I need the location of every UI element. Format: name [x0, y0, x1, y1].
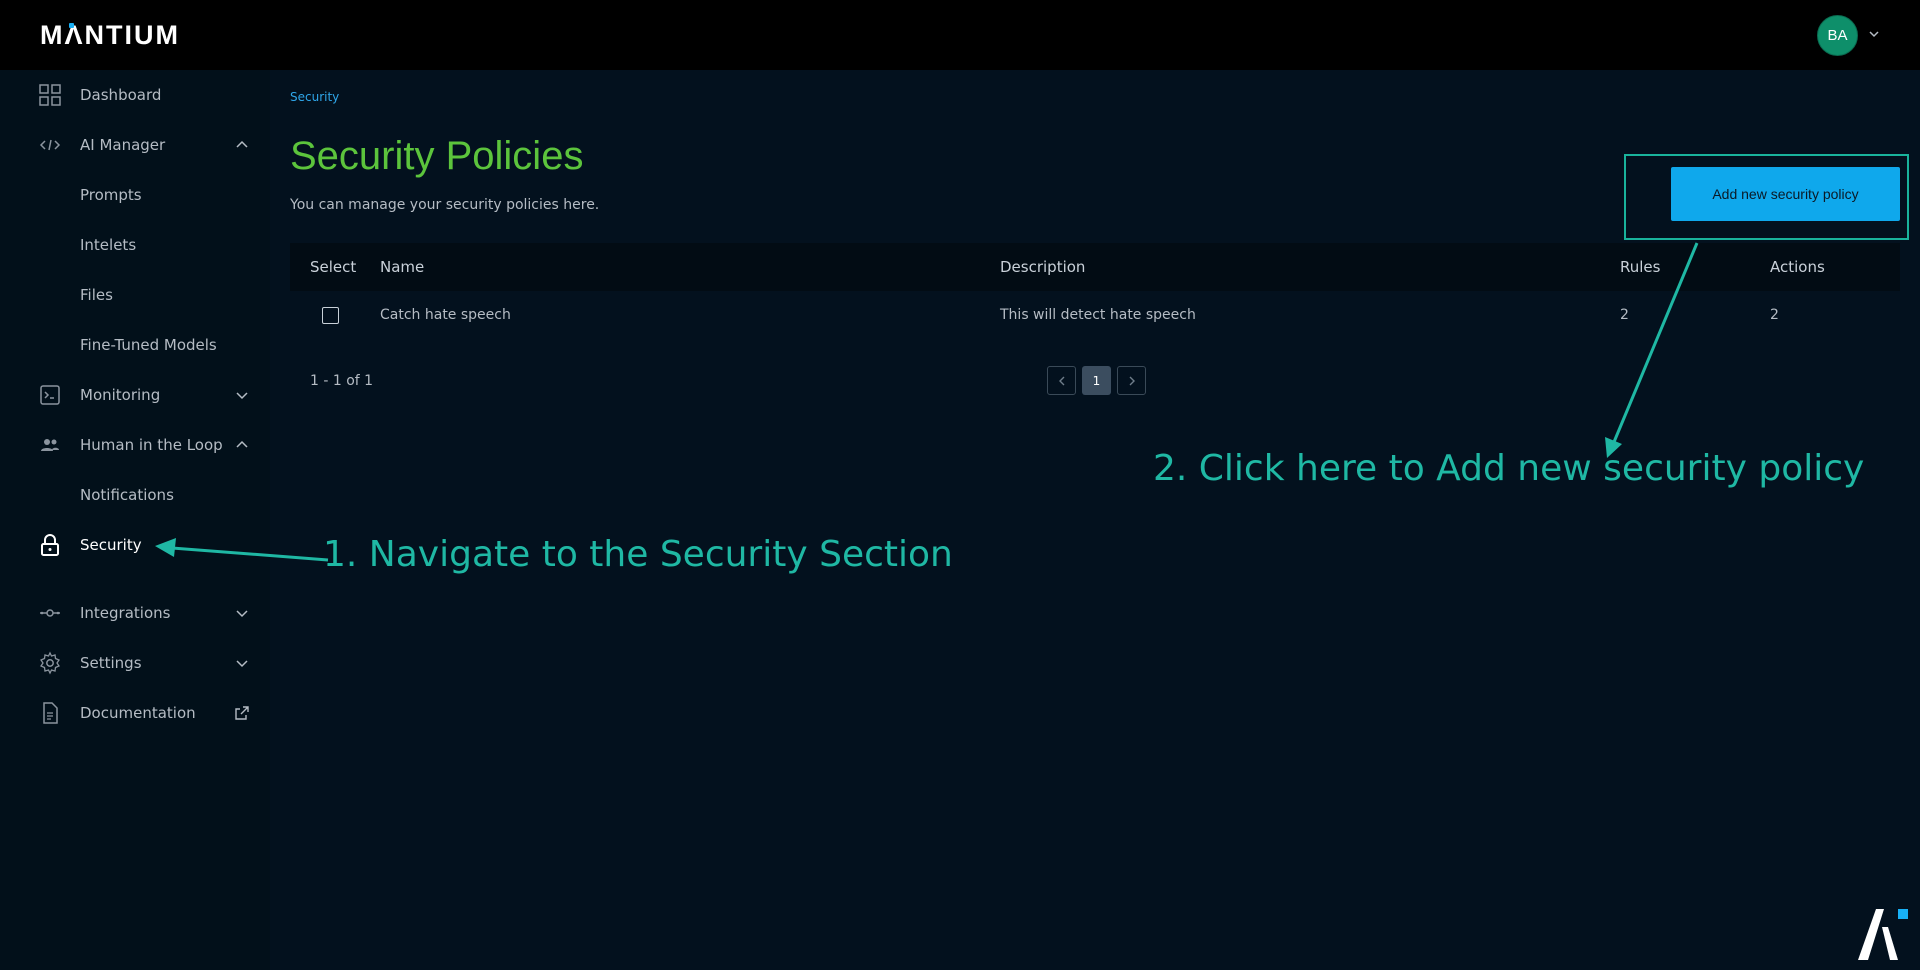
table-header: Select Name Description Rules Actions [290, 243, 1900, 291]
row-description: This will detect hate speech [1000, 307, 1196, 323]
sidebar-item-human-in-the-loop[interactable]: Human in the Loop [0, 420, 270, 470]
grid-icon [39, 84, 61, 106]
integration-icon [40, 609, 60, 617]
column-header-name[interactable]: Name [380, 258, 424, 276]
sidebar-item-label: Intelets [80, 236, 137, 254]
chevron-down-icon[interactable] [234, 655, 250, 671]
sidebar-item-label: Human in the Loop [80, 436, 223, 454]
chevron-down-icon[interactable] [234, 387, 250, 403]
sidebar-item-prompts[interactable]: Prompts [0, 170, 270, 220]
chevron-up-icon[interactable] [234, 437, 250, 453]
column-header-select: Select [310, 258, 357, 276]
sidebar: Dashboard AI Manager Prompts Intelets Fi… [0, 70, 270, 970]
code-icon [39, 139, 61, 151]
pagination-summary: 1 - 1 of 1 [310, 373, 374, 389]
sidebar-item-settings[interactable]: Settings [0, 638, 270, 688]
annotation-step-2: 2. Click here to Add new security policy [1153, 448, 1865, 489]
sidebar-item-files[interactable]: Files [0, 270, 270, 320]
annotation-step-1: 1. Navigate to the Security Section [323, 534, 953, 575]
sidebar-item-intelets[interactable]: Intelets [0, 220, 270, 270]
sidebar-item-label: Dashboard [80, 86, 162, 104]
row-actions[interactable]: 2 [1770, 307, 1779, 323]
sidebar-item-label: Prompts [80, 186, 142, 204]
sidebar-item-label: Files [80, 286, 113, 304]
document-icon [43, 702, 58, 724]
chevron-down-icon[interactable] [234, 605, 250, 621]
sidebar-item-label: Settings [80, 654, 142, 672]
chevron-up-icon[interactable] [234, 137, 250, 153]
chevron-down-icon[interactable] [1866, 26, 1882, 42]
chevron-right-icon [1129, 376, 1135, 385]
sidebar-item-documentation[interactable]: Documentation [0, 688, 270, 738]
lock-icon [41, 534, 59, 556]
next-page-button[interactable] [1117, 366, 1146, 395]
row-name[interactable]: Catch hate speech [380, 307, 511, 323]
external-link-icon[interactable] [234, 705, 250, 721]
current-page-button[interactable]: 1 [1082, 366, 1111, 395]
sidebar-item-label: AI Manager [80, 136, 166, 154]
logo-text-a: Λ [64, 19, 85, 50]
breadcrumb[interactable]: Security [290, 90, 339, 104]
sidebar-item-label: Monitoring [80, 386, 161, 404]
column-header-description[interactable]: Description [1000, 258, 1085, 276]
page-title: Security Policies [290, 134, 584, 178]
previous-page-button[interactable] [1047, 366, 1076, 395]
sidebar-item-label: Security [80, 536, 142, 554]
people-icon [41, 439, 59, 451]
sidebar-item-label: Integrations [80, 604, 171, 622]
annotation-highlight-box [1624, 154, 1909, 240]
avatar-initials: BA [1827, 27, 1848, 44]
chevron-left-icon [1058, 376, 1064, 385]
user-avatar[interactable]: BA [1817, 15, 1858, 56]
gear-icon [40, 651, 60, 675]
column-header-rules[interactable]: Rules [1620, 258, 1660, 276]
sidebar-item-label: Documentation [80, 704, 196, 722]
row-rules: 2 [1620, 307, 1629, 323]
sidebar-item-monitoring[interactable]: Monitoring [0, 370, 270, 420]
logo-text-rest: NTIUM [84, 19, 180, 50]
sidebar-item-integrations[interactable]: Integrations [0, 588, 270, 638]
top-bar: M Λ NTIUM BA [0, 0, 1920, 70]
column-header-actions: Actions [1770, 258, 1825, 276]
sidebar-item-notifications[interactable]: Notifications [0, 470, 270, 520]
sidebar-item-dashboard[interactable]: Dashboard [0, 70, 270, 120]
sidebar-item-label: Notifications [80, 486, 174, 504]
row-select-checkbox[interactable] [322, 307, 339, 324]
sidebar-item-ai-manager[interactable]: AI Manager [0, 120, 270, 170]
sidebar-item-fine-tuned-models[interactable]: Fine-Tuned Models [0, 320, 270, 370]
mantium-corner-logo [1858, 909, 1908, 960]
page-subtitle: You can manage your security policies he… [290, 197, 600, 213]
mantium-logo[interactable]: M Λ NTIUM [40, 20, 180, 50]
sidebar-item-label: Fine-Tuned Models [80, 336, 217, 354]
sidebar-item-security[interactable]: Security [0, 520, 270, 570]
terminal-icon [40, 385, 60, 405]
logo-text-m: M [40, 19, 65, 50]
